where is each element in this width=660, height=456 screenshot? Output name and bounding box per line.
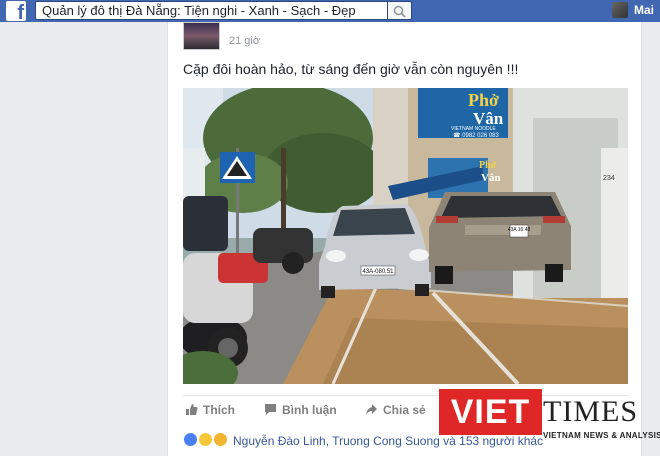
facebook-logo-icon[interactable]: f [6, 1, 26, 24]
watermark-viet: VIET [439, 389, 542, 435]
like-reaction-icon [183, 432, 198, 447]
post-text: Cặp đôi hoàn hảo, từ sáng đến giờ vẫn cò… [183, 61, 519, 77]
search-input[interactable]: Quản lý đô thị Đà Nẵng: Tiện nghi - Xanh… [35, 1, 388, 20]
shop-sign-small-top: Phở [479, 160, 497, 171]
top-bar: f Quản lý đô thị Đà Nẵng: Tiện nghi - Xa… [0, 0, 660, 24]
poster-avatar[interactable] [183, 22, 220, 50]
search-button[interactable] [388, 1, 412, 20]
shop-sign-phone: ☎ 0982 026 083 [453, 132, 500, 139]
search-icon [393, 5, 406, 18]
comment-label: Bình luận [282, 403, 337, 417]
wow-reaction-icon [198, 432, 213, 447]
shop-sign-small-main: Vân [481, 172, 501, 184]
user-avatar[interactable] [612, 2, 628, 18]
street-scene-illustration: 43A-080.51 43A 16.48 Phở Vân VIETNAM NOO… [183, 88, 628, 384]
haha-reaction-icon [213, 432, 228, 447]
like-button[interactable]: Thích [186, 403, 235, 417]
comment-icon [265, 404, 276, 415]
like-label: Thích [203, 403, 235, 417]
shop-sign-top: Phở [468, 90, 499, 110]
shop-sign-tag: VIETNAM NOODLE [451, 126, 496, 132]
share-icon [366, 404, 377, 415]
facebook-logo-letter: f [17, 2, 24, 24]
brown-suv: 43A 16.48 [429, 192, 571, 284]
watermark-times: TIMES [543, 395, 638, 428]
comment-button[interactable]: Bình luận [265, 403, 337, 417]
thumbs-up-icon [186, 404, 198, 415]
silver-car: 43A-080.51 [319, 204, 431, 298]
share-button[interactable]: Chia sẻ [366, 403, 426, 417]
viettimes-watermark: VIET TIMES VIETNAM NEWS & ANALYSIS [439, 382, 660, 456]
house-number: 234 [603, 175, 615, 182]
user-name-link[interactable]: Mai [634, 3, 654, 17]
share-label: Chia sẻ [383, 403, 426, 417]
post-timestamp[interactable]: 21 giờ [229, 35, 260, 47]
silver-car-plate: 43A-080.51 [362, 269, 394, 275]
post-photo[interactable]: 43A-080.51 43A 16.48 Phở Vân VIETNAM NOO… [183, 88, 628, 384]
brown-suv-plate: 43A 16.48 [508, 227, 531, 233]
watermark-subtitle: VIETNAM NEWS & ANALYSIS [543, 431, 660, 440]
